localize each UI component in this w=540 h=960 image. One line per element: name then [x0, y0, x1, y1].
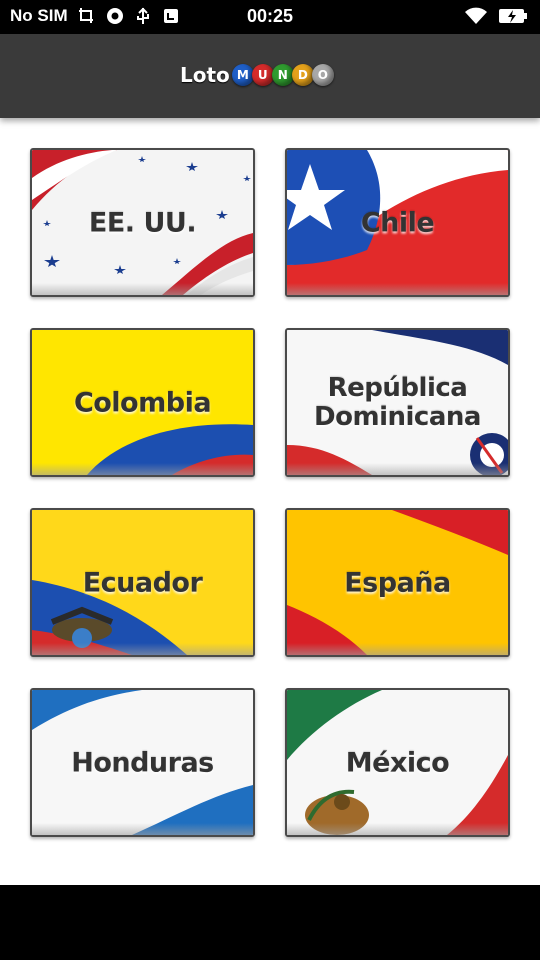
country-card-republica-dominicana[interactable]: República Dominicana	[285, 328, 510, 477]
battery-charging-icon	[499, 9, 527, 23]
logo-word: Loto	[180, 63, 230, 87]
country-label: EE. UU.	[88, 207, 197, 238]
country-card-chile[interactable]: Chile	[285, 148, 510, 297]
card-shade	[32, 283, 253, 295]
logo-ball-n: N	[271, 64, 294, 86]
country-label: Chile	[360, 207, 435, 238]
logo-ball-o: O	[311, 64, 334, 86]
app-bar: Loto M U N D O	[0, 34, 540, 118]
card-shade	[287, 643, 508, 655]
country-label: México	[345, 747, 450, 778]
logo-ball-u: U	[251, 64, 274, 86]
card-shade	[32, 643, 253, 655]
country-card-espana[interactable]: España	[285, 508, 510, 657]
logo-ball-d: D	[291, 64, 314, 86]
country-card-honduras[interactable]: Honduras	[30, 688, 255, 837]
card-shade	[287, 463, 508, 475]
card-shade	[287, 823, 508, 835]
system-navigation-bar	[0, 885, 540, 960]
loto-mundo-logo: Loto M U N D O	[180, 60, 334, 90]
card-shade	[32, 463, 253, 475]
country-card-mexico[interactable]: México	[285, 688, 510, 837]
card-shade	[287, 283, 508, 295]
country-label: Colombia	[73, 387, 212, 418]
country-label: España	[344, 567, 451, 598]
country-card-ecuador[interactable]: Ecuador	[30, 508, 255, 657]
logo-ball-m: M	[231, 64, 254, 86]
country-card-usa[interactable]: EE. UU.	[30, 148, 255, 297]
clock: 00:25	[246, 6, 294, 26]
country-label: República Dominicana	[314, 372, 481, 432]
country-card-colombia[interactable]: Colombia	[30, 328, 255, 477]
status-bar: No SIM 00:25	[0, 0, 540, 34]
wifi-icon	[465, 7, 487, 24]
country-label: Honduras	[71, 747, 214, 778]
card-shade	[32, 823, 253, 835]
country-label: Ecuador	[82, 567, 203, 598]
